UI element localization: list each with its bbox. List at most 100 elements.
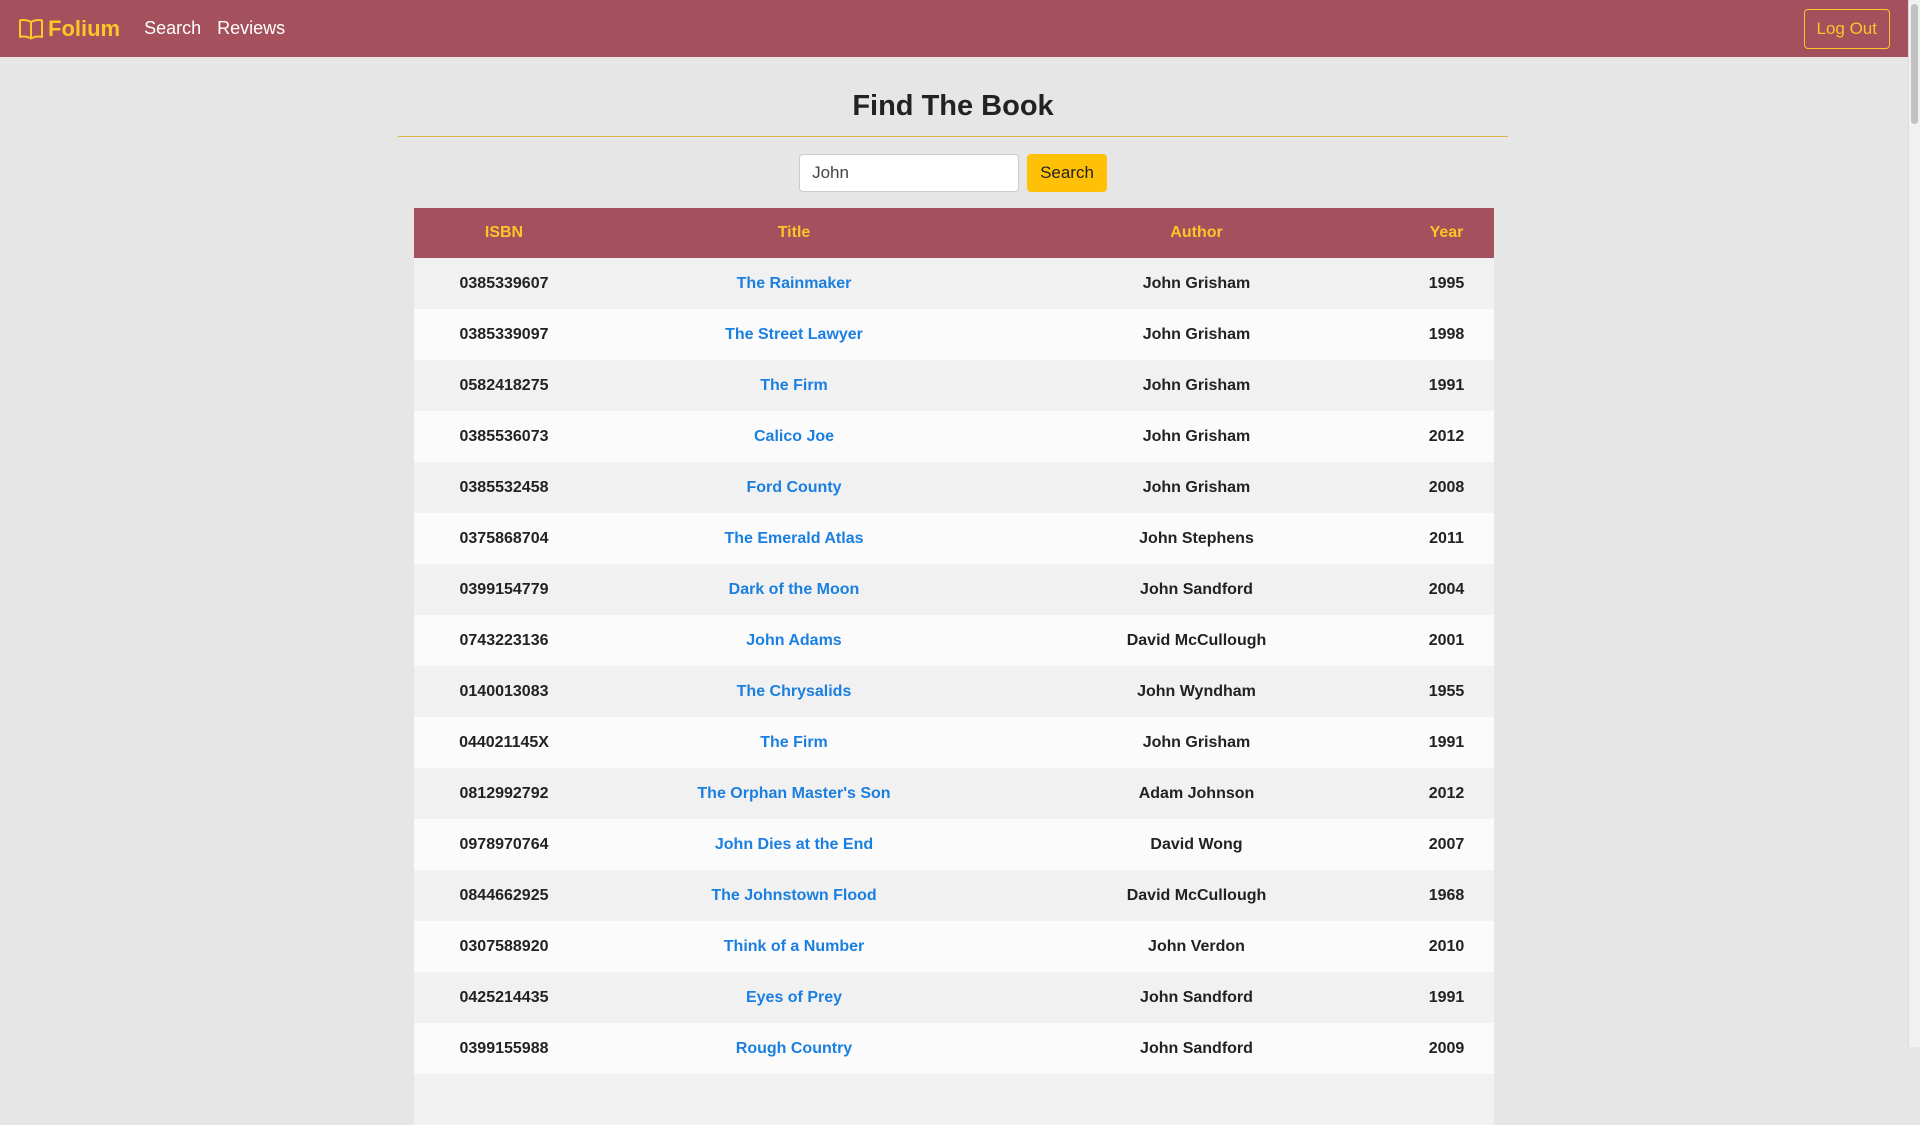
year-cell: 1955	[1399, 666, 1494, 717]
isbn-cell: 044021145X	[459, 733, 549, 751]
title-link[interactable]: The Johnstown Flood	[711, 887, 876, 904]
author-cell: David Wong	[1150, 835, 1243, 853]
isbn-cell: 0425214435	[414, 972, 594, 1023]
title-cell: Eyes of Prey	[594, 972, 994, 1023]
title-link[interactable]: John Dies at the End	[715, 836, 873, 853]
search-form: Search	[398, 153, 1508, 193]
page-title: Find The Book	[852, 90, 1054, 122]
author-cell: John Sandford	[994, 1023, 1399, 1074]
scrollbar-thumb[interactable]	[1911, 4, 1918, 124]
year-cell: 2007	[1428, 835, 1465, 853]
search-button[interactable]: Search	[1027, 154, 1107, 192]
title-link[interactable]: The Firm	[760, 734, 828, 751]
title-cell: John Adams	[594, 615, 994, 666]
table-row: 044021145X The Firm John Grisham 1991	[414, 717, 1494, 768]
table-row: 0812992792 The Orphan Master's Son Adam Jo…	[414, 768, 1494, 819]
year-cell: 1991	[1428, 733, 1465, 751]
author-cell: John Verdon	[994, 921, 1399, 972]
author-cell: John Grisham	[994, 462, 1399, 513]
title-link[interactable]: The Firm	[760, 377, 828, 394]
year-cell: 2001	[1399, 615, 1494, 666]
title-link[interactable]: The Rainmaker	[737, 275, 852, 292]
author-cell: John Grisham	[1142, 427, 1251, 445]
title-link[interactable]: The Emerald Atlas	[724, 530, 863, 547]
year-cell: 1998	[1399, 309, 1494, 360]
author-cell: John Grisham	[1142, 376, 1251, 394]
isbn-cell: 0399155988	[414, 1023, 594, 1074]
author-cell: John Grisham	[994, 360, 1399, 411]
page-scrollbar[interactable]	[1908, 0, 1920, 1047]
isbn-cell: 0399154779	[459, 580, 549, 598]
header-title: Title	[594, 208, 994, 258]
isbn-cell: 0385339607	[459, 274, 549, 292]
year-cell: 1955	[1428, 682, 1465, 700]
isbn-cell: 0385339097	[459, 325, 549, 343]
title-cell: The Firm	[594, 360, 994, 411]
title-link[interactable]: Ford County	[746, 479, 841, 496]
title-link[interactable]: The Street Lawyer	[725, 326, 863, 343]
table-row: 0425214435 Eyes of Prey John Sandford 1991	[414, 972, 1494, 1023]
year-cell: 1991	[1399, 717, 1494, 768]
author-cell: Adam Johnson	[1138, 784, 1255, 802]
isbn-cell: 0385536073	[459, 427, 549, 445]
title-cell	[594, 1074, 994, 1125]
year-cell: 1998	[1428, 325, 1465, 343]
table-row: 0307588920 Think of a Number John Verdon 20…	[414, 921, 1494, 972]
year-cell: 2004	[1399, 564, 1494, 615]
nav-link-reviews[interactable]: Reviews	[217, 18, 285, 39]
author-cell: David McCullough	[1126, 886, 1267, 904]
main-content: Find The Book Search ISBN Title Author Y…	[398, 57, 1508, 1125]
title-link[interactable]: The Chrysalids	[737, 683, 852, 700]
book-icon	[19, 18, 43, 39]
brand-logo[interactable]: Folium	[18, 16, 120, 42]
results-table: ISBN Title Author Year 0385339607 The Rai…	[414, 208, 1494, 1125]
author-cell: John Grisham	[994, 717, 1399, 768]
title-link[interactable]: Think of a Number	[724, 938, 864, 955]
author-cell: John Grisham	[1142, 478, 1251, 496]
table-row: 0385536073 Calico Joe John Grisham 2012	[414, 411, 1494, 462]
nav-link-search[interactable]: Search	[144, 18, 201, 39]
table-row: 0385532458 Ford County John Grisham 2008	[414, 462, 1494, 513]
author-cell: John Grisham	[1142, 325, 1251, 343]
title-link[interactable]: Eyes of Prey	[746, 989, 842, 1006]
table-row	[414, 1074, 1494, 1125]
isbn-cell: 0399155988	[459, 1039, 549, 1057]
author-cell: John Wyndham	[1137, 682, 1256, 700]
header-isbn: ISBN	[414, 208, 594, 258]
year-cell	[1399, 1074, 1494, 1125]
top-navbar: Folium Search Reviews Log Out	[0, 0, 1908, 57]
title-cell: The Orphan Master's Son	[594, 768, 994, 819]
title-link[interactable]: Dark of the Moon	[729, 581, 860, 598]
title-divider	[398, 136, 1508, 137]
title-link[interactable]: Calico Joe	[754, 428, 834, 445]
title-cell: The Johnstown Flood	[594, 870, 994, 921]
isbn-cell: 0812992792	[414, 768, 594, 819]
title-link[interactable]: Rough Country	[736, 1040, 852, 1057]
brand-name: Folium	[48, 15, 121, 41]
title-link[interactable]: The Orphan Master's Son	[697, 785, 890, 802]
table-row: 0743223136 John Adams David McCullough 2001	[414, 615, 1494, 666]
isbn-cell: 0978970764	[414, 819, 594, 870]
isbn-cell: 0307588920	[459, 937, 549, 955]
table-row: 0844662925 The Johnstown Flood David McCul…	[414, 870, 1494, 921]
author-cell	[994, 1074, 1399, 1125]
isbn-cell: 0812992792	[459, 784, 549, 802]
isbn-cell: 0385536073	[414, 411, 594, 462]
title-link[interactable]: John Adams	[746, 632, 841, 649]
year-cell: 2010	[1399, 921, 1494, 972]
search-input[interactable]	[799, 154, 1020, 192]
logout-button[interactable]: Log Out	[1803, 8, 1890, 49]
isbn-cell: 0140013083	[459, 682, 549, 700]
year-cell: 2012	[1428, 784, 1465, 802]
title-cell: The Chrysalids	[594, 666, 994, 717]
year-cell: 2012	[1399, 411, 1494, 462]
author-cell: John Sandford	[1140, 1039, 1253, 1057]
header-author: Author	[994, 208, 1399, 258]
year-cell: 1968	[1399, 870, 1494, 921]
year-cell: 2009	[1399, 1023, 1494, 1074]
isbn-cell: 044021145X	[414, 717, 594, 768]
isbn-cell: 0385339097	[414, 309, 594, 360]
year-cell: 2007	[1399, 819, 1494, 870]
title-cell: The Rainmaker	[594, 258, 994, 309]
table-row: 0375868704 The Emerald Atlas John Stephens…	[414, 513, 1494, 564]
